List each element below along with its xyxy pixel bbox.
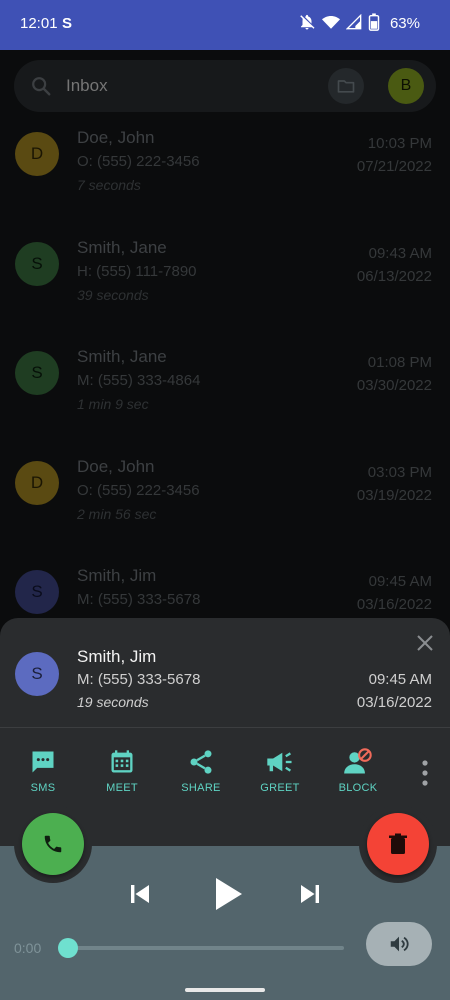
- call-date: 03/16/2022: [356, 694, 432, 711]
- call-row[interactable]: S Smith, Jane H: (555) 111-7890 39 seconds 0…: [0, 225, 450, 335]
- seek-bar[interactable]: [68, 946, 344, 950]
- navigation-handle[interactable]: [185, 988, 265, 992]
- caller-number: M: (555) 333-5678: [77, 591, 201, 608]
- call-row[interactable]: D Doe, John O: (555) 222-3456 7 seconds 10:0…: [0, 115, 450, 225]
- search-bar[interactable]: B: [14, 60, 436, 112]
- call-duration: 39 seconds: [77, 286, 149, 303]
- contact-number: M: (555) 333-5678: [77, 671, 201, 688]
- call-button[interactable]: [22, 813, 84, 875]
- sms-icon: [32, 751, 54, 773]
- status-bar: 12:01 S 63%: [0, 0, 450, 50]
- share-label: SHARE: [181, 782, 221, 794]
- status-icons: [298, 13, 380, 31]
- status-battery-percent: 63%: [389, 15, 420, 32]
- wifi-icon: [322, 16, 340, 29]
- search-input[interactable]: [66, 76, 306, 96]
- avatar: D: [15, 132, 59, 176]
- block-button[interactable]: BLOCK: [323, 748, 393, 794]
- previous-button[interactable]: [126, 874, 154, 914]
- call-row[interactable]: D Doe, John O: (555) 222-3456 2 min 56 sec 0…: [0, 444, 450, 554]
- play-icon: [216, 878, 242, 910]
- phone-icon: [44, 835, 62, 853]
- caller-number: O: (555) 222-3456: [77, 153, 200, 170]
- status-s-icon: S: [62, 15, 73, 32]
- sms-button[interactable]: SMS: [8, 748, 78, 794]
- battery-icon: [368, 13, 380, 31]
- caller-name: Smith, Jane: [77, 347, 167, 366]
- sms-label: SMS: [30, 782, 56, 794]
- skip-next-icon: [301, 885, 319, 903]
- status-time: 12:01: [20, 15, 58, 32]
- caller-name: Smith, Jim: [77, 566, 157, 585]
- divider: [0, 727, 450, 728]
- folder-button[interactable]: [328, 68, 364, 104]
- caller-name: Doe, John: [77, 128, 155, 147]
- delete-button[interactable]: [367, 813, 429, 875]
- action-bar: SMS MEET SHARE GREET BLOCK: [0, 748, 450, 808]
- caller-number: M: (555) 333-4864: [77, 372, 201, 389]
- speaker-button[interactable]: [366, 922, 432, 966]
- notifications-off-icon: [300, 14, 315, 30]
- block-user-icon: [344, 748, 372, 774]
- trash-icon: [389, 833, 407, 854]
- more-options-icon[interactable]: [422, 760, 428, 786]
- elapsed-time: 0:00: [14, 940, 42, 956]
- greet-button[interactable]: GREET: [245, 748, 315, 794]
- avatar: S: [15, 351, 59, 395]
- block-label: BLOCK: [338, 782, 378, 794]
- seek-thumb[interactable]: [58, 938, 78, 958]
- signal-icon: [346, 14, 362, 30]
- call-time: 10:03 PM: [367, 135, 432, 152]
- share-icon: [190, 750, 212, 774]
- caller-name: Smith, Jane: [77, 237, 167, 257]
- call-time: 03:03 PM: [367, 463, 432, 481]
- close-icon[interactable]: [416, 634, 434, 652]
- call-time: 09:45 AM: [368, 671, 432, 688]
- contact-avatar: S: [15, 652, 59, 696]
- call-duration: 7 seconds: [77, 177, 141, 193]
- folder-icon: [337, 80, 355, 93]
- next-button[interactable]: [296, 874, 324, 914]
- volume-icon: [390, 936, 409, 952]
- skip-previous-icon: [131, 885, 149, 903]
- caller-number: H: (555) 111-7890: [77, 262, 197, 280]
- call-date: 06/13/2022: [356, 267, 432, 285]
- call-duration: 2 min 56 sec: [77, 505, 157, 522]
- call-date: 03/16/2022: [356, 596, 432, 613]
- meet-button[interactable]: MEET: [87, 748, 157, 794]
- greet-label: GREET: [260, 782, 300, 794]
- call-duration: 1 min 9 sec: [77, 396, 149, 412]
- call-date: 03/19/2022: [356, 486, 432, 504]
- avatar: S: [15, 241, 59, 286]
- profile-avatar-button[interactable]: B: [388, 68, 424, 104]
- contact-name: Smith, Jim: [77, 647, 157, 666]
- call-time: 09:45 AM: [368, 573, 432, 590]
- call-time: 01:08 PM: [367, 354, 432, 371]
- call-duration: 19 seconds: [77, 694, 149, 710]
- play-button[interactable]: [208, 874, 248, 914]
- call-time: 09:43 AM: [368, 244, 432, 262]
- share-button[interactable]: SHARE: [166, 748, 236, 794]
- caller-number: O: (555) 222-3456: [77, 481, 200, 499]
- avatar: S: [15, 570, 59, 614]
- calendar-icon: [111, 750, 133, 773]
- call-date: 03/30/2022: [356, 377, 432, 394]
- meet-label: MEET: [106, 782, 138, 794]
- megaphone-icon: [267, 752, 292, 772]
- avatar: D: [15, 460, 59, 505]
- caller-name: Doe, John: [77, 456, 155, 476]
- call-row[interactable]: S Smith, Jane M: (555) 333-4864 1 min 9 sec…: [0, 334, 450, 444]
- call-date: 07/21/2022: [356, 158, 432, 175]
- search-icon: [32, 77, 51, 96]
